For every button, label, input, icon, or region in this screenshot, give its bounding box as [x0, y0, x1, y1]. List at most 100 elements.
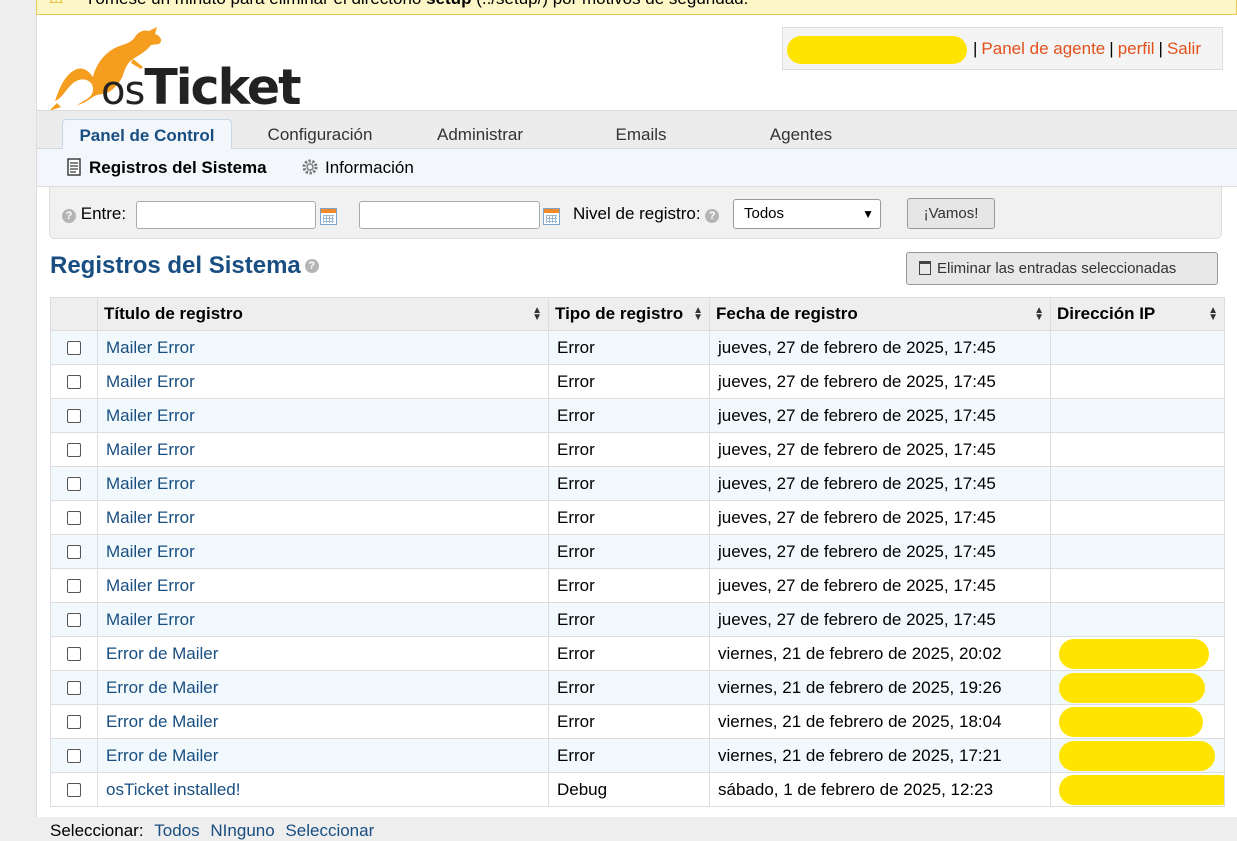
tab-settings[interactable]: Configuración: [245, 119, 395, 150]
row-checkbox[interactable]: [67, 681, 81, 696]
row-checkbox-cell: [50, 670, 98, 705]
header-title-label: Título de registro: [104, 304, 243, 323]
logo-wordmark: osTicket: [101, 59, 302, 116]
help-icon[interactable]: ?: [705, 209, 720, 223]
logs-table: Título de registro ▲ ▼ Tipo de registro ▲ ▼ …: [50, 297, 1225, 807]
header-title[interactable]: Título de registro ▲ ▼: [97, 297, 549, 331]
row-checkbox[interactable]: [67, 613, 81, 628]
date-to-input[interactable]: [359, 201, 540, 229]
logo-ticket: Ticket: [144, 59, 301, 116]
osticket-logo[interactable]: osTicket: [47, 23, 307, 116]
help-icon[interactable]: ?: [62, 209, 76, 223]
row-date-cell: viernes, 21 de febrero de 2025, 20:02: [709, 636, 1051, 671]
filter-bar: ? Entre: Nivel de registro: ? Todos ▼ ¡Va…: [49, 187, 1222, 239]
table-row: Mailer Error Error jueves, 27 de febrero d…: [50, 500, 1225, 535]
row-title-cell: Mailer Error: [97, 432, 549, 467]
row-title-cell: Mailer Error: [97, 398, 549, 433]
log-title-link[interactable]: Error de Mailer: [106, 678, 218, 697]
table-row: Mailer Error Error jueves, 27 de febrero d…: [50, 330, 1225, 365]
table-row: Mailer Error Error jueves, 27 de febrero d…: [50, 534, 1225, 569]
header-checkbox-col: [50, 297, 98, 331]
log-title-link[interactable]: Error de Mailer: [106, 746, 218, 765]
row-checkbox[interactable]: [67, 375, 81, 390]
table-row: Mailer Error Error jueves, 27 de febrero d…: [50, 466, 1225, 501]
row-checkbox[interactable]: [67, 511, 81, 526]
log-title-link[interactable]: Mailer Error: [106, 576, 195, 595]
separator: |: [1109, 39, 1114, 58]
tab-agents[interactable]: Agentes: [757, 119, 845, 150]
select-none-link[interactable]: NInguno: [210, 821, 274, 840]
row-checkbox-cell: [50, 330, 98, 365]
table-row: Mailer Error Error jueves, 27 de febrero d…: [50, 398, 1225, 433]
row-checkbox[interactable]: [67, 443, 81, 458]
select-toggle-link[interactable]: Seleccionar: [285, 821, 374, 840]
date-from-input[interactable]: [136, 201, 316, 229]
row-checkbox[interactable]: [67, 579, 81, 594]
row-ip-cell: [1050, 432, 1225, 467]
log-level-value: Todos: [744, 205, 785, 222]
table-row: Mailer Error Error jueves, 27 de febrero d…: [50, 432, 1225, 467]
row-checkbox[interactable]: [67, 647, 81, 662]
row-date-cell: jueves, 27 de febrero de 2025, 17:45: [709, 432, 1051, 467]
log-title-link[interactable]: Mailer Error: [106, 372, 195, 391]
calendar-icon[interactable]: [543, 208, 560, 225]
log-title-link[interactable]: Mailer Error: [106, 440, 195, 459]
between-label-wrap: ? Entre:: [62, 204, 126, 224]
row-date-cell: viernes, 21 de febrero de 2025, 18:04: [709, 704, 1051, 739]
row-checkbox[interactable]: [67, 409, 81, 424]
log-title-link[interactable]: Mailer Error: [106, 610, 195, 629]
go-button[interactable]: ¡Vamos!: [907, 198, 995, 229]
subnav-system-logs[interactable]: Registros del Sistema: [65, 158, 267, 178]
logout-link[interactable]: Salir: [1167, 39, 1201, 58]
row-checkbox[interactable]: [67, 749, 81, 764]
chevron-down-icon: ▼: [862, 207, 874, 221]
log-title-link[interactable]: Mailer Error: [106, 338, 195, 357]
table-row: osTicket installed! Debug sábado, 1 de feb…: [50, 772, 1225, 807]
row-type-cell: Error: [548, 500, 710, 535]
log-title-link[interactable]: Mailer Error: [106, 542, 195, 561]
select-all-link[interactable]: Todos: [154, 821, 199, 840]
row-checkbox[interactable]: [67, 341, 81, 356]
row-type-cell: Error: [548, 534, 710, 569]
row-type-cell: Error: [548, 330, 710, 365]
row-checkbox[interactable]: [67, 715, 81, 730]
header-type-label: Tipo de registro: [555, 304, 684, 323]
row-checkbox[interactable]: [67, 477, 81, 492]
tab-dashboard[interactable]: Panel de Control: [62, 119, 232, 152]
log-title-link[interactable]: Mailer Error: [106, 474, 195, 493]
profile-link[interactable]: perfil: [1118, 39, 1155, 58]
header-ip-label: Dirección IP: [1057, 304, 1156, 323]
log-title-link[interactable]: osTicket installed!: [106, 780, 240, 799]
log-title-link[interactable]: Error de Mailer: [106, 712, 218, 731]
row-date-cell: jueves, 27 de febrero de 2025, 17:45: [709, 568, 1051, 603]
level-label-wrap: Nivel de registro: ?: [573, 204, 720, 224]
log-level-select[interactable]: Todos ▼: [733, 199, 881, 229]
header-date[interactable]: Fecha de registro ▲ ▼: [709, 297, 1051, 331]
row-ip-cell: [1050, 636, 1225, 671]
row-title-cell: Mailer Error: [97, 466, 549, 501]
row-checkbox[interactable]: [67, 545, 81, 560]
row-type-cell: Error: [548, 670, 710, 705]
agent-panel-link[interactable]: Panel de agente: [981, 39, 1105, 58]
redacted-ip: [1059, 740, 1215, 771]
redacted-ip: [1059, 638, 1209, 669]
log-title-link[interactable]: Mailer Error: [106, 508, 195, 527]
subnav-info-label: Información: [325, 158, 414, 177]
logs-table-body: Mailer Error Error jueves, 27 de febrero d…: [50, 330, 1225, 807]
row-date-cell: jueves, 27 de febrero de 2025, 17:45: [709, 500, 1051, 535]
tab-manage[interactable]: Administrar: [417, 119, 543, 150]
header-ip[interactable]: Dirección IP ▲ ▼: [1050, 297, 1225, 331]
help-icon[interactable]: ?: [304, 259, 319, 273]
calendar-icon[interactable]: [320, 208, 337, 225]
delete-selected-button[interactable]: Eliminar las entradas seleccionadas: [906, 252, 1218, 285]
log-title-link[interactable]: Mailer Error: [106, 406, 195, 425]
tab-emails[interactable]: Emails: [597, 119, 685, 150]
header-type[interactable]: Tipo de registro ▲ ▼: [548, 297, 710, 331]
warning-dir: setup: [426, 0, 471, 8]
log-title-link[interactable]: Error de Mailer: [106, 644, 218, 663]
row-checkbox-cell: [50, 738, 98, 773]
row-ip-cell: [1050, 772, 1225, 807]
subnav-information[interactable]: Información: [301, 158, 414, 178]
logo-os: os: [101, 68, 145, 114]
row-checkbox[interactable]: [67, 783, 81, 798]
